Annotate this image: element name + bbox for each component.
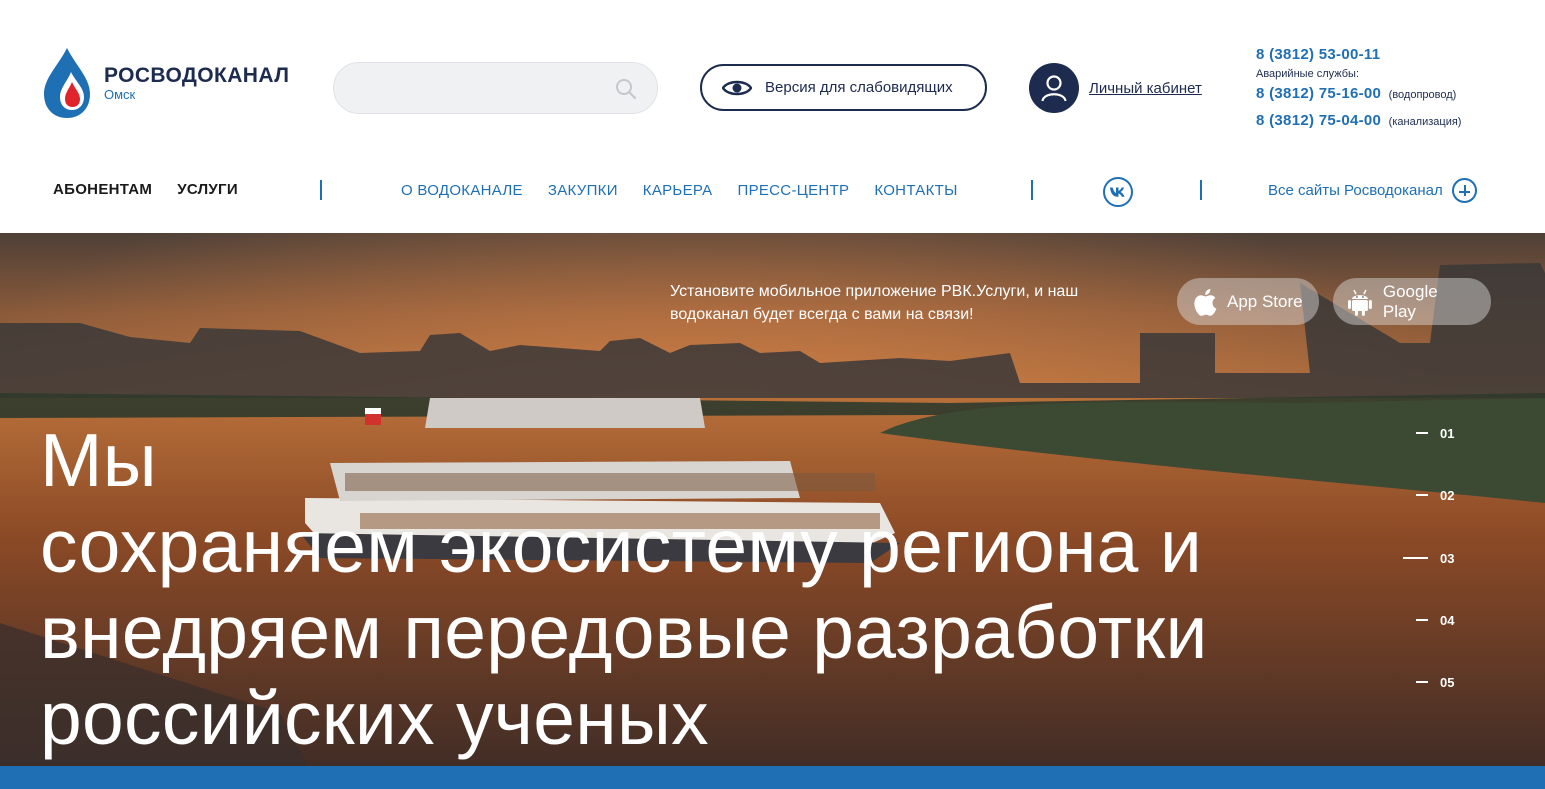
logo[interactable]: РОСВОДОКАНАЛ Омск — [40, 46, 289, 120]
slide-number: 03 — [1440, 550, 1455, 566]
emergency-label: Аварийные службы: — [1256, 68, 1360, 80]
nav-career[interactable]: КАРЬЕРА — [643, 182, 713, 199]
slide-indicator-1[interactable]: 01 — [1400, 423, 1470, 443]
slide-indicator-5[interactable]: 05 — [1400, 672, 1470, 692]
nav-procurement[interactable]: ЗАКУПКИ — [548, 182, 618, 199]
slide-dash-active — [1403, 557, 1428, 559]
slide-number: 04 — [1440, 612, 1455, 628]
app-store-label: App Store — [1227, 291, 1303, 311]
primary-nav: АБОНЕНТАМ УСЛУГИ — [53, 181, 263, 198]
nav-contacts[interactable]: КОНТАКТЫ — [874, 182, 957, 199]
low-vision-button[interactable]: Версия для слабовидящих — [700, 64, 987, 111]
app-promo-text: Установите мобильное приложение РВК.Услу… — [670, 280, 1160, 326]
app-promo-line-1: Установите мобильное приложение РВК.Услу… — [670, 283, 1079, 300]
logo-name: РОСВОДОКАНАЛ — [104, 63, 290, 87]
slide-number: 05 — [1440, 674, 1455, 690]
nav-divider — [320, 180, 322, 200]
slide-number: 01 — [1440, 425, 1455, 441]
sewer-phone-note: (канализация) — [1388, 116, 1462, 128]
hero-title-line: российских ученых — [40, 676, 709, 760]
user-avatar-icon[interactable] — [1029, 63, 1079, 113]
contact-phones: 8 (3812) 53-00-11 Аварийные службы: 8 (3… — [1256, 45, 1536, 132]
apple-icon — [1194, 288, 1217, 316]
hero-title: Мы сохраняем экосистему региона и внедря… — [40, 417, 1290, 761]
search-icon[interactable] — [615, 78, 637, 100]
sewer-phone-number[interactable]: 8 (3812) 75-04-00 — [1256, 112, 1381, 129]
slide-dash — [1416, 432, 1428, 434]
eye-icon — [722, 80, 752, 95]
nav-about[interactable]: О ВОДОКАНАЛЕ — [401, 182, 523, 199]
slide-dash — [1416, 619, 1428, 621]
nav-press-center[interactable]: ПРЕСС-ЦЕНТР — [737, 182, 849, 199]
hero-title-line: Мы — [40, 418, 157, 502]
low-vision-label: Версия для слабовидящих — [765, 79, 953, 96]
app-store-button[interactable]: App Store — [1177, 278, 1319, 325]
plus-icon[interactable] — [1451, 178, 1477, 203]
google-play-label: Google Play — [1382, 281, 1438, 321]
secondary-nav: О ВОДОКАНАЛЕ ЗАКУПКИ КАРЬЕРА ПРЕСС-ЦЕНТР… — [401, 182, 983, 199]
water-phone-note: (водопровод) — [1388, 89, 1457, 101]
nav-services[interactable]: УСЛУГИ — [177, 181, 238, 198]
site-header: РОСВОДОКАНАЛ Омск Версия для слабовидящи… — [0, 0, 1545, 233]
logo-city: Омск — [104, 86, 136, 102]
hero-title-line: внедряем передовые разработки — [40, 590, 1208, 674]
personal-account[interactable]: Личный кабинет — [1029, 63, 1202, 113]
logo-drop-icon — [44, 48, 90, 118]
water-phone-number[interactable]: 8 (3812) 75-16-00 — [1256, 85, 1381, 102]
slide-indicator-3-active[interactable]: 03 — [1400, 548, 1470, 568]
water-phone[interactable]: 8 (3812) 75-16-00 (водопровод) — [1256, 84, 1536, 105]
slide-indicator-2[interactable]: 02 — [1400, 485, 1470, 505]
nav-subscribers[interactable]: АБОНЕНТАМ — [53, 181, 152, 198]
all-sites-link[interactable]: Все сайты Росводоканал — [1268, 178, 1477, 203]
app-promo-line-2: водоканал будет всегда с вами на связи! — [670, 306, 974, 323]
vk-icon[interactable] — [1103, 177, 1133, 207]
nav-divider — [1031, 180, 1033, 200]
nav-divider — [1200, 180, 1202, 200]
hero-title-line: сохраняем экосистему региона и — [40, 504, 1203, 588]
search-box[interactable] — [333, 62, 658, 114]
android-icon — [1347, 289, 1372, 316]
main-phone[interactable]: 8 (3812) 53-00-11 — [1256, 45, 1536, 65]
slide-dash — [1416, 681, 1428, 683]
search-input[interactable] — [354, 63, 604, 113]
google-play-button[interactable]: Google Play — [1333, 278, 1491, 325]
slide-indicator-4[interactable]: 04 — [1400, 610, 1470, 630]
personal-account-link[interactable]: Личный кабинет — [1089, 80, 1202, 97]
slide-dash — [1416, 494, 1428, 496]
bottom-accent-bar — [0, 766, 1545, 789]
slide-number: 02 — [1440, 487, 1455, 503]
hero-banner: Установите мобильное приложение РВК.Услу… — [0, 233, 1545, 789]
all-sites-label: Все сайты Росводоканал — [1268, 182, 1443, 199]
sewer-phone[interactable]: 8 (3812) 75-04-00 (канализация) — [1256, 111, 1536, 132]
